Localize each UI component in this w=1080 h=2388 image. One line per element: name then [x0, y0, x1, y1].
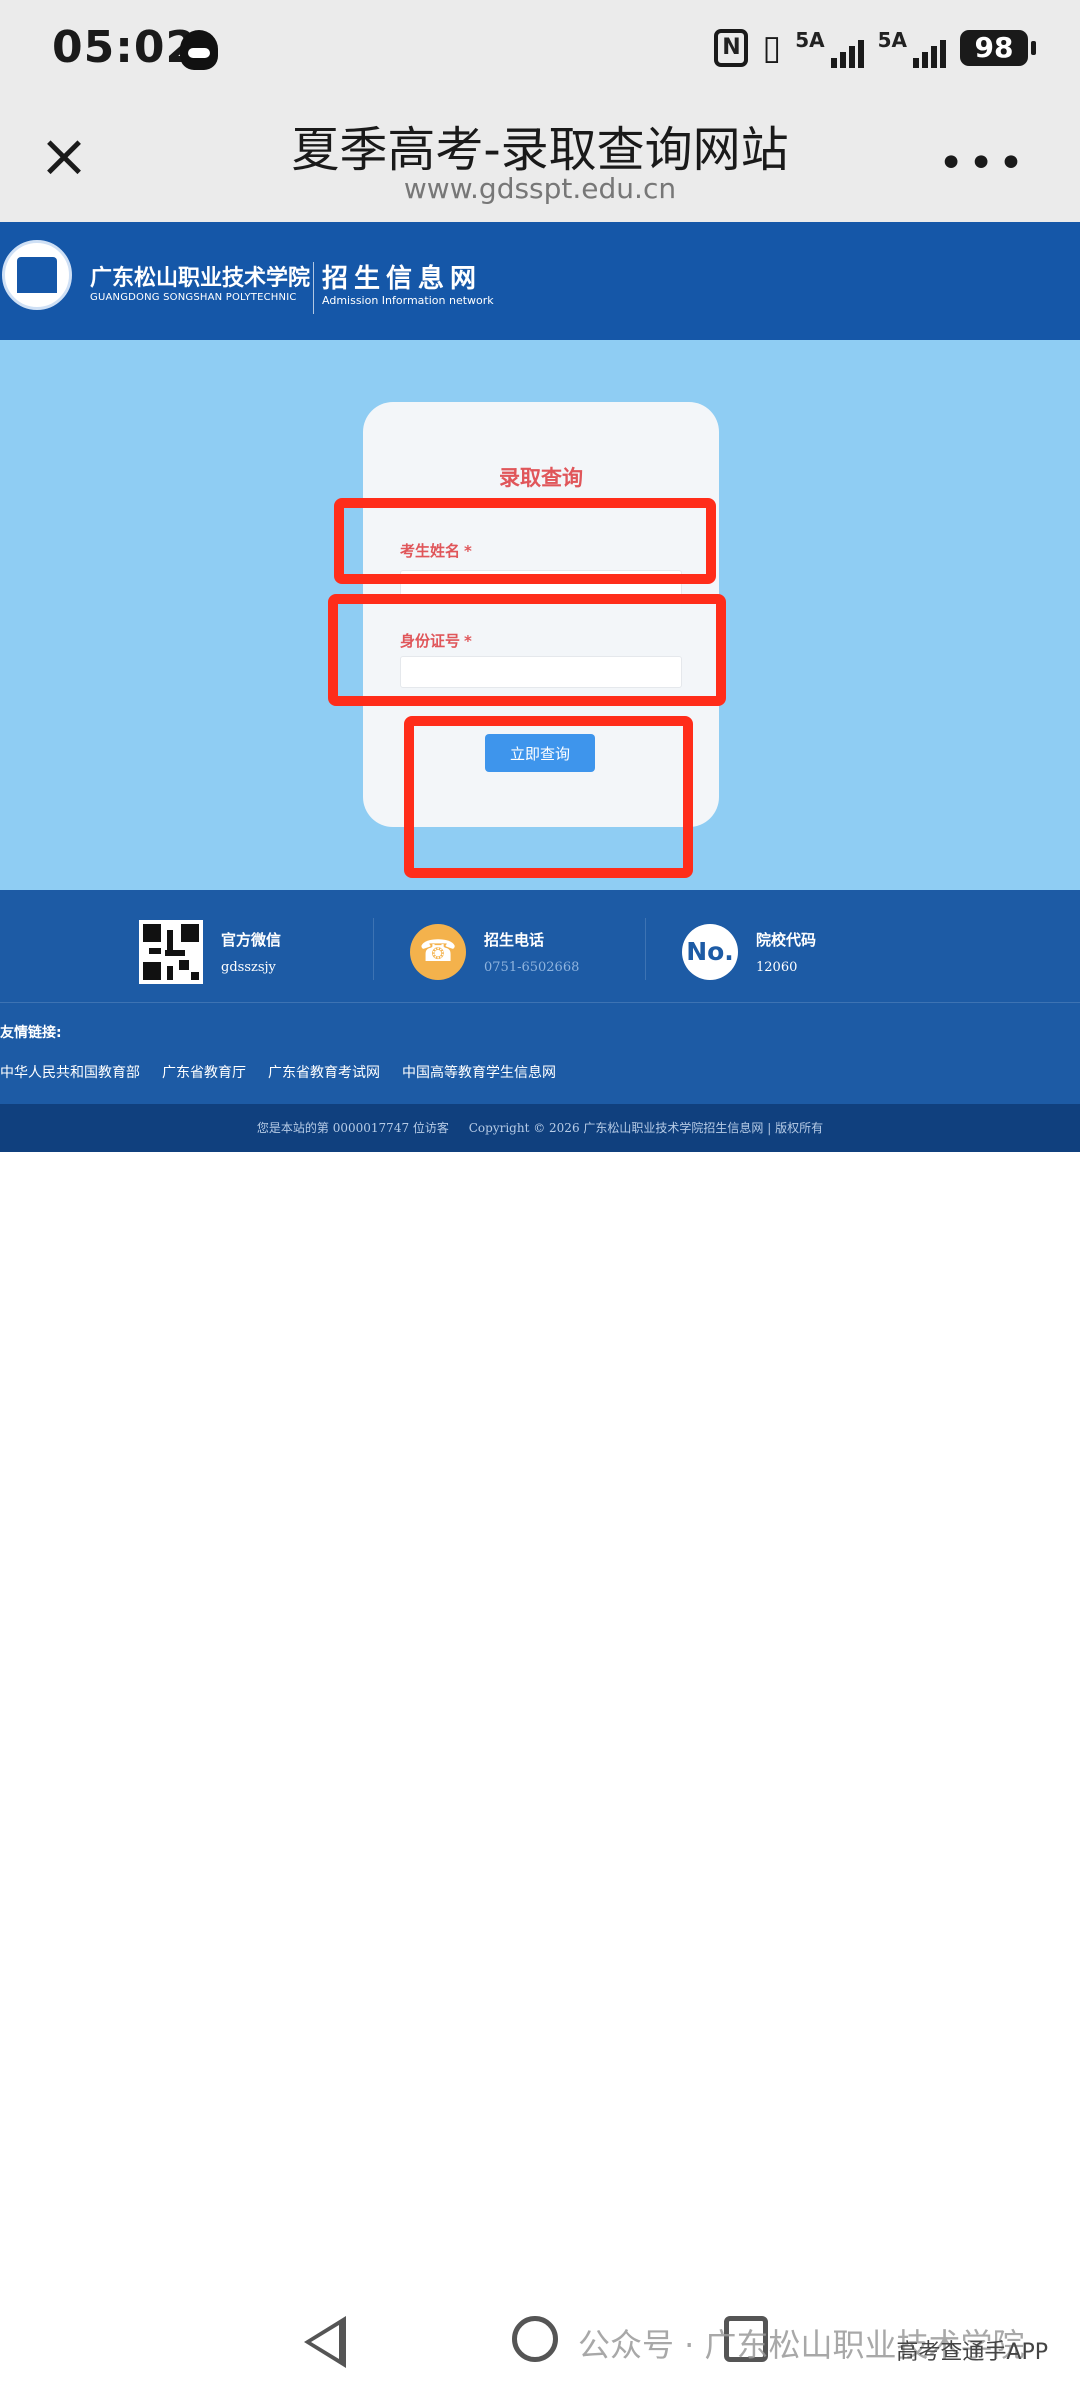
query-button[interactable]: 立即查询: [485, 734, 595, 772]
signal-label: 5A: [877, 28, 907, 52]
footer-divider: [373, 918, 374, 980]
required-mark: *: [464, 632, 472, 650]
signal-icon: 5A: [795, 28, 864, 68]
code-title: 院校代码: [756, 931, 817, 949]
links-title: 友情链接:: [0, 1025, 62, 1041]
site-header: 广东松山职业技术学院 GUANGDONG SONGSHAN POLYTECHNI…: [0, 222, 1080, 340]
id-number-input[interactable]: [400, 656, 682, 688]
site-name: 招生信息网: [322, 264, 483, 294]
status-time: 05:02: [52, 22, 198, 73]
query-card: 录取查询 考生姓名 * 身份证号 * 立即查询: [363, 402, 719, 827]
header-divider: [313, 262, 314, 314]
copyright-bar: 您是本站的第 0000017747 位访客 Copyright © 2026 广…: [0, 1104, 1080, 1152]
link-gd-exam[interactable]: 广东省教育考试网: [268, 1062, 380, 1082]
signal-icon: 5A: [878, 28, 946, 68]
main-area: 录取查询 考生姓名 * 身份证号 * 立即查询: [0, 340, 1080, 890]
credit-text: 高考查通手APP: [896, 2340, 1048, 2365]
visitor-count: 您是本站的第 0000017747 位访客: [256, 1121, 449, 1135]
home-icon[interactable]: [512, 2316, 558, 2362]
site-name-en: Admission Information network: [322, 294, 494, 307]
nfc-icon: N: [714, 29, 749, 67]
school-name: 广东松山职业技术学院: [90, 266, 311, 291]
qq-icon: [180, 30, 218, 70]
code-info: No. 院校代码 12060: [682, 920, 816, 984]
link-gd-edu[interactable]: 广东省教育厅: [162, 1062, 246, 1082]
link-chsi[interactable]: 中国高等教育学生信息网: [402, 1062, 556, 1082]
required-mark: *: [464, 542, 472, 560]
copyright-text: Copyright © 2026 广东松山职业技术学院招生信息网 | 版权所有: [468, 1121, 824, 1135]
phone-title: 招生电话: [484, 931, 545, 949]
qr-code-icon: [139, 920, 203, 984]
more-icon[interactable]: •••: [938, 138, 1028, 189]
back-icon[interactable]: [304, 2316, 346, 2368]
battery-icon: 98: [960, 30, 1036, 66]
footer: 官方微信 gdsszsjy ☎ 招生电话 0751-6502668 No. 院校…: [0, 890, 1080, 1104]
phone-info: ☎ 招生电话 0751-6502668: [410, 920, 579, 984]
phone-icon: ☎: [410, 924, 466, 980]
wechat-value: gdsszsjy: [221, 960, 276, 975]
browser-bar: × 夏季高考-录取查询网站 www.gdsspt.edu.cn •••: [0, 100, 1080, 222]
signal-label: 5A: [795, 28, 825, 52]
id-label: 身份证号 *: [400, 630, 472, 651]
phone-value[interactable]: 0751-6502668: [484, 960, 579, 975]
school-logo[interactable]: [2, 240, 72, 310]
number-icon: No.: [682, 924, 738, 980]
link-moe[interactable]: 中华人民共和国教育部: [0, 1062, 140, 1082]
school-name-en: GUANGDONG SONGSHAN POLYTECHNIC: [90, 292, 297, 303]
friend-links: 中华人民共和国教育部 广东省教育厅 广东省教育考试网 中国高等教育学生信息网: [0, 1062, 556, 1082]
status-bar: 05:02 N ▯ 5A 5A 98: [0, 0, 1080, 100]
footer-divider: [0, 1002, 1080, 1003]
code-value: 12060: [756, 960, 798, 975]
system-nav-bar: 公众号 · 广东松山职业技术学院 高考查通手APP: [0, 2290, 1080, 2388]
wechat-title: 官方微信: [221, 931, 282, 949]
page-title: 夏季高考-录取查询网站: [291, 122, 789, 178]
card-title: 录取查询: [499, 466, 583, 490]
page-url: www.gdsspt.edu.cn: [403, 172, 677, 205]
name-input[interactable]: [400, 570, 682, 602]
wechat-info: 官方微信 gdsszsjy: [139, 920, 281, 984]
id-label-text: 身份证号: [400, 632, 461, 650]
name-label-text: 考生姓名: [400, 542, 461, 560]
name-label: 考生姓名 *: [400, 540, 472, 561]
vibrate-icon: ▯: [762, 28, 782, 68]
status-icons: N ▯ 5A 5A 98: [714, 28, 1036, 68]
footer-divider: [645, 918, 646, 980]
